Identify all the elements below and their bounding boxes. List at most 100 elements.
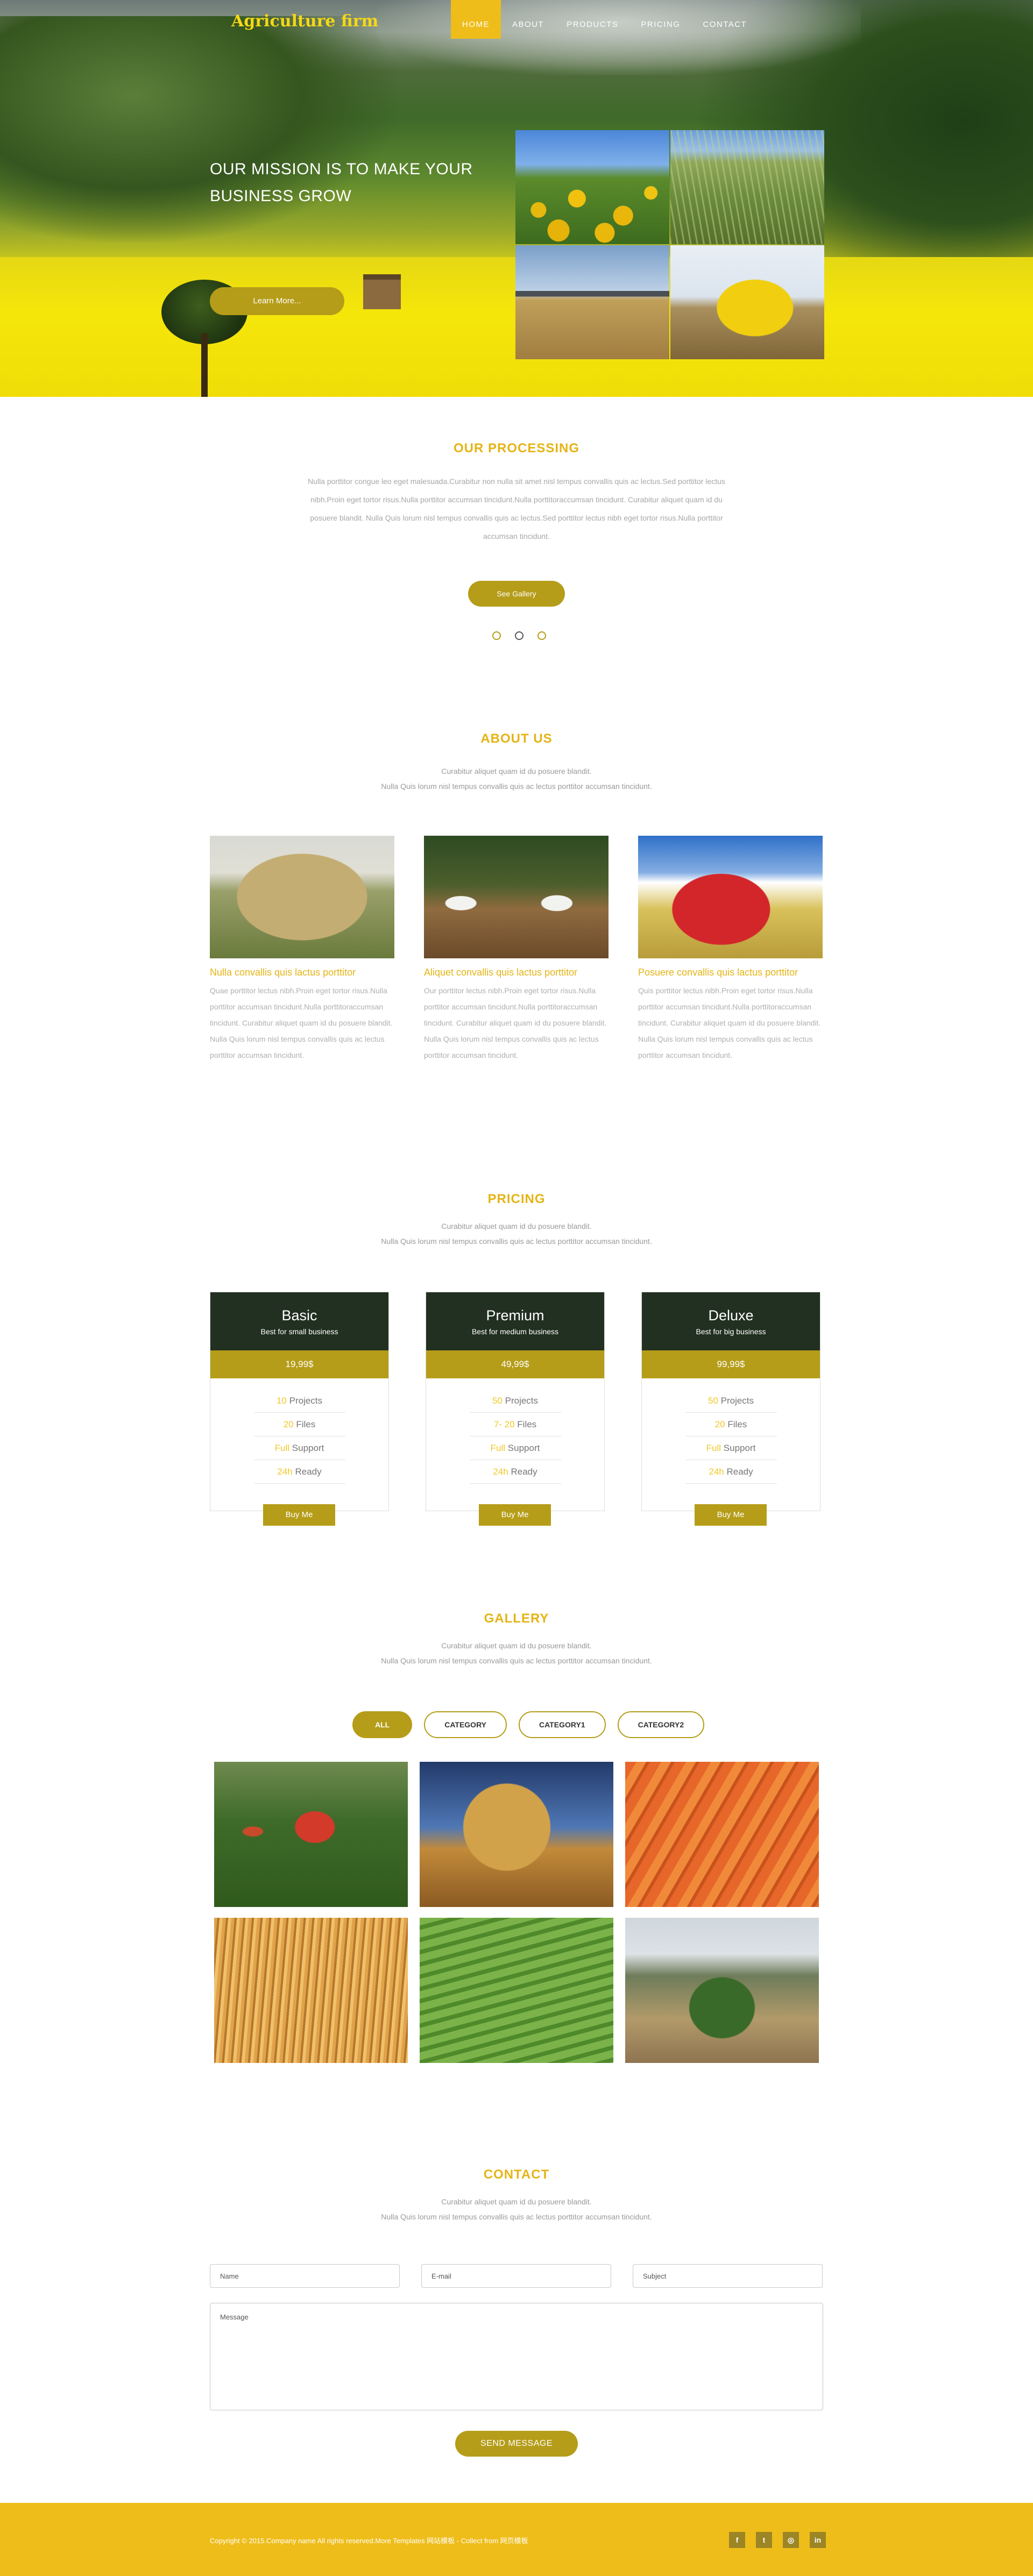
plan-features: 10 Projects 20 Files Full Support 24h Re… [253,1389,345,1484]
about-card: Nulla convallis quis lactus porttitor Qu… [210,836,394,1063]
about-cards: Nulla convallis quis lactus porttitor Qu… [210,836,823,1063]
nav-products[interactable]: PRODUCTS [555,0,629,39]
about-sub-line1: Curabitur aliquet quam id du posuere bla… [441,767,592,775]
pricing-subtitle: Curabitur aliquet quam id du posuere bla… [0,1219,1033,1249]
plan-desc: Best for medium business [471,1327,559,1336]
about-subtitle: Curabitur aliquet quam id du posuere bla… [0,764,1033,794]
plan-features: 50 Projects 7- 20 Files Full Support 24h… [469,1389,561,1484]
send-message-button[interactable]: SEND MESSAGE [455,2431,578,2457]
contact-subtitle: Curabitur aliquet quam id du posuere bla… [0,2194,1033,2224]
red-combine-image [638,836,823,958]
twitter-icon[interactable]: t [756,2532,772,2548]
feature-item: 24h Ready [469,1460,561,1484]
filter-category1[interactable]: CATEGORY1 [519,1711,606,1738]
plan-name: Basic [281,1307,317,1323]
buy-premium-button[interactable]: Buy Me [479,1504,551,1526]
buy-deluxe-button[interactable]: Buy Me [695,1504,767,1526]
gallery-filters: ALL CATEGORY CATEGORY1 CATEGORY2 [352,1711,705,1738]
plan-premium: Premium Best for medium business 49,99$ … [426,1292,605,1526]
carrots-image[interactable] [625,1762,819,1907]
gallery-grid [214,1762,819,2063]
plan-desc: Best for small business [260,1327,338,1336]
nav-home[interactable]: HOME [451,0,501,39]
plan-price: 99,99$ [642,1350,820,1378]
slider-dots [492,631,546,640]
processing-section: OUR PROCESSING Nulla porttitor congue le… [0,397,1033,677]
message-field[interactable] [210,2303,823,2410]
about-card: Posuere convallis quis lactus porttitor … [638,836,823,1063]
subject-field[interactable] [633,2264,823,2288]
contact-section: CONTACT Curabitur aliquet quam id du pos… [0,2130,1033,2501]
feature-item: 24h Ready [253,1460,345,1484]
hay-bale-image [210,836,394,958]
feature-item: Full Support [469,1436,561,1460]
plan-header: Basic Best for small business [210,1292,388,1350]
plan-desc: Best for big business [696,1327,766,1336]
nav-about[interactable]: ABOUT [501,0,555,39]
feature-item: 7- 20 Files [469,1413,561,1436]
tea-pickers-image[interactable] [214,1762,408,1907]
pricing-title: PRICING [487,1192,546,1206]
facebook-icon[interactable]: f [729,2532,745,2548]
about-card-title[interactable]: Aliquet convallis quis lactus porttitor [424,967,609,978]
sunflower-field-image [515,130,669,244]
nav-pricing[interactable]: PRICING [629,0,691,39]
plan-deluxe: Deluxe Best for big business 99,99$ 50 P… [641,1292,820,1526]
about-card-text: Our porttitor lectus nibh.Proin eget tor… [424,986,607,1059]
farm-tractor-image[interactable] [625,1918,819,2063]
feature-item: 10 Projects [253,1389,345,1413]
gallery-subtitle: Curabitur aliquet quam id du posuere bla… [0,1638,1033,1668]
dribbble-icon[interactable]: ◎ [783,2532,799,2548]
main-nav: HOME ABOUT PRODUCTS PRICING CONTACT [451,0,758,39]
rice-terrace-image[interactable] [420,1918,613,2063]
hay-roll-image[interactable] [420,1762,613,1907]
feature-item: 20 Files [685,1413,777,1436]
contact-sub-line2: Nulla Quis lorum nisl tempus convallis q… [381,2212,652,2221]
feature-item: 20 Files [253,1413,345,1436]
green-wheat-image [670,130,824,244]
buy-basic-button[interactable]: Buy Me [263,1504,335,1526]
processing-text: Nulla porttitor congue leo eget malesuad… [308,477,725,540]
brand-logo[interactable]: Agriculture firm [231,12,378,31]
copyright-text: Copyright © 2015.Company name All rights… [210,2537,528,2545]
plan-features: 50 Projects 20 Files Full Support 24h Re… [685,1389,777,1484]
see-gallery-button[interactable]: See Gallery [468,581,565,607]
social-links: f t ◎ in [729,2532,826,2548]
harvest-field-image [515,245,669,359]
gallery-sub-line1: Curabitur aliquet quam id du posuere bla… [441,1641,592,1650]
about-section: ABOUT US Curabitur aliquet quam id du po… [0,678,1033,1124]
golden-wheat-image[interactable] [214,1918,408,2063]
gallery-sub-line2: Nulla Quis lorum nisl tempus convallis q… [381,1656,652,1665]
footer: Copyright © 2015.Company name All rights… [0,2503,1033,2576]
name-field[interactable] [210,2264,400,2288]
email-field[interactable] [421,2264,611,2288]
slider-dot-3[interactable] [537,631,546,640]
pricing-plans: Basic Best for small business 19,99$ 10 … [210,1292,823,1526]
plan-basic: Basic Best for small business 19,99$ 10 … [210,1292,389,1526]
slider-dot-2[interactable] [515,631,523,640]
processing-title: OUR PROCESSING [453,441,580,456]
about-title: ABOUT US [480,731,553,746]
hero-heading-line1: OUR MISSION IS TO MAKE YOUR [210,160,473,178]
feature-item: 50 Projects [685,1389,777,1413]
navbar: Agriculture firm HOME ABOUT PRODUCTS PRI… [0,0,1033,39]
contact-title: CONTACT [483,2167,550,2182]
plan-name: Premium [486,1307,544,1323]
about-card-title[interactable]: Nulla convallis quis lactus porttitor [210,967,394,978]
learn-more-button[interactable]: Learn More... [210,287,344,315]
filter-category2[interactable]: CATEGORY2 [617,1711,705,1738]
feature-item: Full Support [253,1436,345,1460]
about-card-text: Quis porttitor lectus nibh.Proin eget to… [638,986,821,1059]
about-card-title[interactable]: Posuere convallis quis lactus porttitor [638,967,823,978]
plan-name: Deluxe [708,1307,754,1323]
linkedin-icon[interactable]: in [810,2532,826,2548]
filter-all[interactable]: ALL [352,1711,413,1738]
slider-dot-1[interactable] [492,631,501,640]
plan-header: Premium Best for medium business [426,1292,604,1350]
hero-section: Agriculture firm HOME ABOUT PRODUCTS PRI… [0,0,1033,397]
pricing-section: PRICING Curabitur aliquet quam id du pos… [0,1124,1033,1543]
hero-image-grid [515,130,824,359]
about-card-text: Quae porttitor lectus nibh.Proin eget to… [210,986,393,1059]
nav-contact[interactable]: CONTACT [691,0,758,39]
filter-category[interactable]: CATEGORY [424,1711,507,1738]
